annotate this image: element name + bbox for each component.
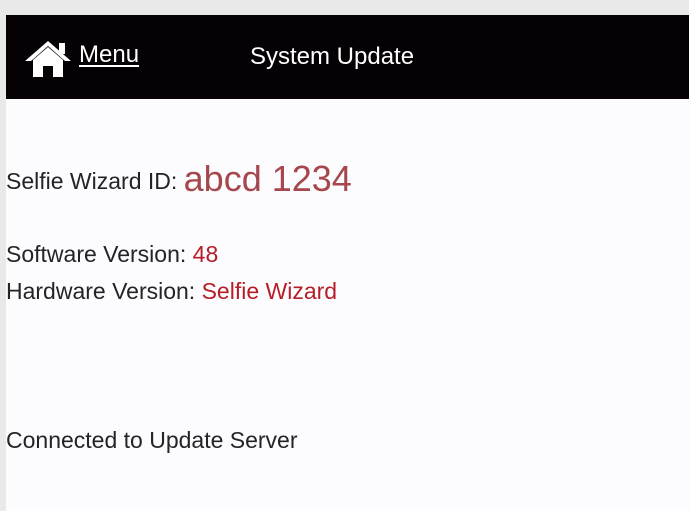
device-id-label: Selfie Wizard ID: [6,168,178,194]
software-version-label: Software Version: [6,241,187,267]
system-update-screen: Menu System Update Selfie Wizard ID: abc… [6,15,689,511]
header-bar: Menu System Update [6,15,689,99]
software-version-row: Software Version: 48 [6,241,218,268]
menu-link[interactable]: Menu [79,41,139,69]
connection-status: Connected to Update Server [6,427,298,453]
hardware-version-label: Hardware Version: [6,278,196,304]
home-icon[interactable] [23,39,73,79]
hardware-version-row: Hardware Version: Selfie Wizard [6,278,337,305]
page-title: System Update [250,43,415,70]
hardware-version-value: Selfie Wizard [201,278,338,304]
device-id-row: Selfie Wizard ID: abcd 1234 [6,158,352,200]
device-id-value: abcd 1234 [183,158,352,199]
software-version-value: 48 [192,241,219,267]
